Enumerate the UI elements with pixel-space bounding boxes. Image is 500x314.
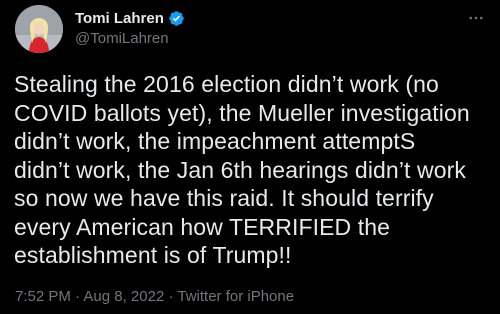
verified-badge-icon — [168, 10, 185, 27]
tweet-meta: 7:52 PM · Aug 8, 2022 · Twitter for iPho… — [15, 288, 294, 305]
tweet-text-line: establishment is of Trump!! — [14, 242, 292, 268]
display-name[interactable]: Tomi Lahren — [75, 10, 164, 27]
profile-photo-icon — [15, 5, 63, 53]
meta-separator: · — [70, 288, 84, 305]
meta-separator: · — [164, 288, 178, 305]
tweet-card: Tomi Lahren @TomiLahren Stealing the 201… — [0, 0, 500, 314]
tweet-text-line: didn’t work, the impeachment attemptS — [14, 128, 416, 154]
avatar[interactable] — [15, 5, 63, 53]
tweet-text-line: COVID ballots yet), the Mueller investig… — [14, 99, 470, 126]
tweet-date[interactable]: Aug 8, 2022 — [83, 288, 164, 305]
more-horizontal-icon[interactable] — [466, 8, 486, 28]
tweet-header: Tomi Lahren @TomiLahren — [75, 8, 460, 47]
tweet-text-line: Stealing the 2016 election didn’t work (… — [14, 71, 439, 97]
user-handle[interactable]: @TomiLahren — [75, 30, 460, 47]
tweet-text-line: didn’t work, the Jan 6th hearings didn’t… — [14, 156, 466, 183]
tweet-text: Stealing the 2016 election didn’t work (… — [14, 70, 490, 270]
tweet-source[interactable]: Twitter for iPhone — [177, 288, 294, 305]
tweet-text-line: every American how TERRIFIED the — [14, 213, 391, 240]
tweet-text-line: so now we have this raid. It should terr… — [14, 185, 434, 211]
tweet-time[interactable]: 7:52 PM — [15, 288, 71, 305]
name-row: Tomi Lahren — [75, 8, 460, 28]
